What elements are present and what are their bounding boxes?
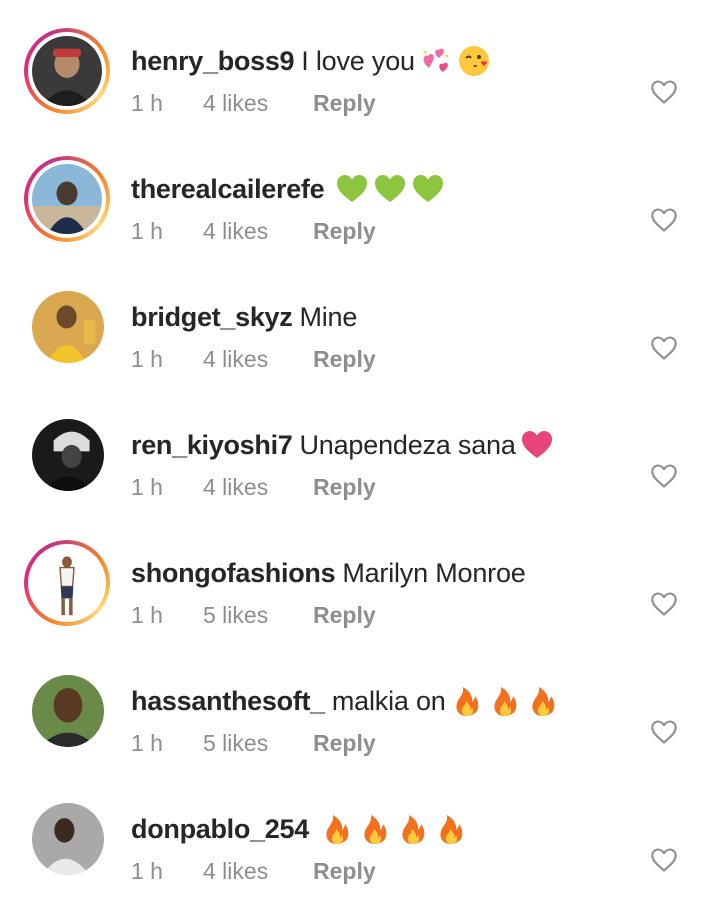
heart-icon[interactable]	[650, 718, 678, 746]
comment-item: shongofashions Marilyn Monroe 1 h 5 likes…	[0, 540, 720, 668]
fire-emoji	[358, 812, 392, 846]
reply-button[interactable]: Reply	[313, 88, 376, 118]
heart-icon[interactable]	[650, 590, 678, 618]
avatar-story-ring[interactable]	[24, 28, 110, 114]
comment-item: ren_kiyoshi7 Unapendeza sana 1 h 4 likes R…	[0, 412, 720, 540]
heart-icon[interactable]	[650, 206, 678, 234]
comment-item: therealcailerefe 1 h 4 likes Reply	[0, 156, 720, 284]
reply-button[interactable]: Reply	[313, 600, 376, 630]
comment-meta: 1 h 4 likes Reply	[131, 472, 376, 502]
avatar[interactable]	[32, 548, 102, 618]
comment-text-line: therealcailerefe	[131, 172, 445, 206]
comments-list: henry_boss9 I love you 1 h4 likesReply	[0, 0, 720, 884]
timestamp: 1 h	[131, 218, 163, 244]
likes-count[interactable]: 4 likes	[203, 472, 313, 502]
likes-count[interactable]: 5 likes	[203, 600, 313, 630]
reply-button[interactable]: Reply	[313, 856, 376, 886]
timestamp: 1 h	[131, 602, 163, 628]
timestamp: 1 h	[131, 346, 163, 372]
timestamp: 1 h	[131, 474, 163, 500]
avatar[interactable]	[32, 803, 104, 875]
avatar-story-ring[interactable]	[24, 540, 110, 626]
avatar[interactable]	[32, 675, 104, 747]
avatar-wrap[interactable]	[32, 291, 104, 363]
comment-text: malkia on	[331, 686, 446, 716]
avatar-wrap[interactable]	[32, 803, 104, 875]
avatar[interactable]	[32, 164, 102, 234]
fire-emoji	[396, 812, 430, 846]
username[interactable]: donpablo_254	[131, 812, 309, 846]
fire-emoji	[526, 684, 560, 718]
heart-icon[interactable]	[650, 846, 678, 874]
username[interactable]: hassanthesoft_	[131, 684, 325, 718]
comment-item: bridget_skyz Mine 1 h 4 likes Reply	[0, 284, 720, 412]
comment-text: Unapendeza sana	[299, 430, 516, 460]
kissing-face-emoji	[457, 44, 491, 78]
likes-count[interactable]: 4 likes	[203, 856, 313, 886]
timestamp: 1 h	[131, 730, 163, 756]
reply-button[interactable]: Reply	[313, 728, 376, 758]
comment-item: henry_boss9 I love you 1 h 4 likes Reply	[0, 28, 720, 156]
heart-icon[interactable]	[650, 78, 678, 106]
username[interactable]: therealcailerefe	[131, 172, 325, 206]
avatar-wrap[interactable]	[32, 419, 104, 491]
comment-item: donpablo_254 1 h 4 likes Reply	[0, 796, 720, 924]
fire-emoji	[320, 812, 354, 846]
comment-text-line: shongofashions Marilyn Monroe	[131, 556, 526, 590]
likes-count[interactable]: 4 likes	[203, 344, 313, 374]
comment-text: I love you	[301, 46, 415, 76]
comment-text-line: hassanthesoft_ malkia on	[131, 684, 560, 718]
comment-meta: 1 h 4 likes Reply	[131, 856, 376, 886]
likes-count[interactable]: 4 likes	[203, 88, 313, 118]
green-heart-emoji	[411, 172, 445, 206]
username[interactable]: henry_boss9	[131, 44, 295, 78]
timestamp: 1 h	[131, 858, 163, 884]
green-heart-emoji	[335, 172, 369, 206]
comment-meta: 1 h 4 likes Reply	[131, 344, 376, 374]
comment-text-line: ren_kiyoshi7 Unapendeza sana	[131, 428, 554, 462]
comment-meta: 1 h 5 likes Reply	[131, 600, 376, 630]
likes-count[interactable]: 4 likes	[203, 216, 313, 246]
fire-emoji	[488, 684, 522, 718]
avatar-wrap[interactable]	[32, 675, 104, 747]
comment-item: hassanthesoft_ malkia on 1 h 5 likes Reply	[0, 668, 720, 796]
fire-emoji	[450, 684, 484, 718]
likes-count[interactable]: 5 likes	[203, 728, 313, 758]
comment-meta: 1 h 4 likes Reply	[131, 88, 376, 118]
comment-text-line: henry_boss9 I love you	[131, 44, 491, 78]
username[interactable]: bridget_skyz	[131, 300, 293, 334]
comment-text-line: bridget_skyz Mine	[131, 300, 357, 334]
comment-text-line: donpablo_254	[131, 812, 468, 846]
comment-text: Mine	[299, 302, 358, 332]
username[interactable]: ren_kiyoshi7	[131, 428, 293, 462]
username[interactable]: shongofashions	[131, 556, 336, 590]
comment-meta: 1 h 4 likes Reply	[131, 216, 376, 246]
avatar[interactable]	[32, 419, 104, 491]
reply-button[interactable]: Reply	[313, 472, 376, 502]
comment-text: Marilyn Monroe	[342, 558, 526, 588]
avatar-story-ring[interactable]	[24, 156, 110, 242]
pink-heart-emoji	[520, 428, 554, 462]
heart-icon[interactable]	[650, 462, 678, 490]
avatar[interactable]	[32, 36, 102, 106]
timestamp: 1 h	[131, 90, 163, 116]
reply-button[interactable]: Reply	[313, 216, 376, 246]
green-heart-emoji	[373, 172, 407, 206]
fire-emoji	[434, 812, 468, 846]
reply-button[interactable]: Reply	[313, 344, 376, 374]
heart-icon[interactable]	[650, 334, 678, 362]
sparkling-hearts-emoji	[419, 44, 453, 78]
comment-meta: 1 h 5 likes Reply	[131, 728, 376, 758]
avatar[interactable]	[32, 291, 104, 363]
